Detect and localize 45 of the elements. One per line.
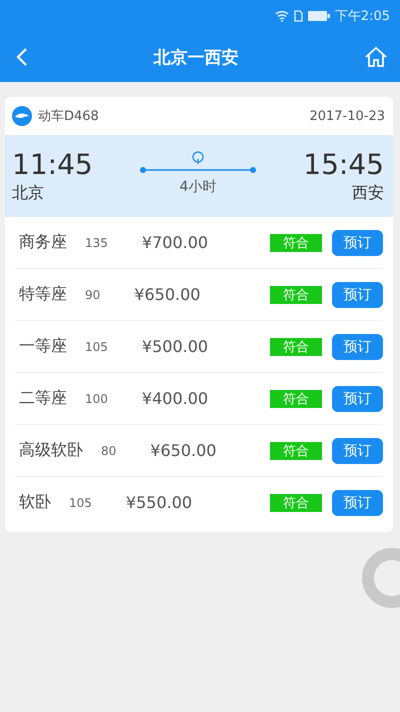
trip-duration: 4小时 (180, 178, 216, 196)
seat-count: 105 (69, 496, 92, 510)
seat-price: ¥400.00 (142, 389, 208, 408)
train-icon (12, 106, 32, 126)
header-title: 北京一西安 (154, 46, 238, 68)
seat-price: ¥500.00 (142, 337, 208, 356)
status-time: 下午2:05 (334, 8, 390, 25)
book-button[interactable]: 预订 (332, 334, 383, 360)
status-tag: 符合 (270, 494, 322, 512)
book-button[interactable]: 预订 (332, 282, 383, 308)
seat-class: 商务座 (19, 232, 67, 253)
arrival-time: 15:45 (303, 148, 384, 181)
seat-count: 100 (85, 392, 108, 406)
arrival-station: 西安 (352, 183, 384, 204)
seat-count: 135 (85, 236, 108, 250)
back-button[interactable] (16, 47, 28, 67)
seat-class: 特等座 (19, 284, 67, 305)
seat-price: ¥550.00 (126, 493, 192, 512)
book-button[interactable]: 预订 (332, 438, 383, 464)
status-tag: 符合 (270, 442, 322, 460)
departure-time: 11:45 (12, 148, 93, 181)
seat-price: ¥650.00 (134, 285, 200, 304)
sim-icon (294, 10, 303, 22)
seat-price: ¥700.00 (142, 233, 208, 252)
seat-count: 105 (85, 340, 108, 354)
seat-class: 软卧 (19, 492, 51, 513)
seat-price: ¥650.00 (150, 441, 216, 460)
status-tag: 符合 (270, 234, 322, 252)
book-button[interactable]: 预订 (332, 386, 383, 412)
book-button[interactable]: 预订 (332, 490, 383, 516)
home-button[interactable] (364, 45, 388, 69)
book-button[interactable]: 预订 (332, 230, 383, 256)
seat-class: 二等座 (19, 388, 67, 409)
status-tag: 符合 (270, 338, 322, 356)
seat-count: 80 (101, 444, 116, 458)
train-number: 动车D468 (38, 108, 100, 125)
departure-station: 北京 (12, 183, 45, 204)
travel-date: 2017-10-23 (309, 108, 385, 124)
battery-icon (308, 11, 330, 21)
seat-class: 高级软卧 (19, 440, 83, 461)
seat-count: 90 (85, 288, 100, 302)
wifi-icon (274, 10, 289, 22)
status-tag: 符合 (270, 286, 322, 304)
status-tag: 符合 (270, 390, 322, 408)
seat-class: 一等座 (19, 336, 67, 357)
